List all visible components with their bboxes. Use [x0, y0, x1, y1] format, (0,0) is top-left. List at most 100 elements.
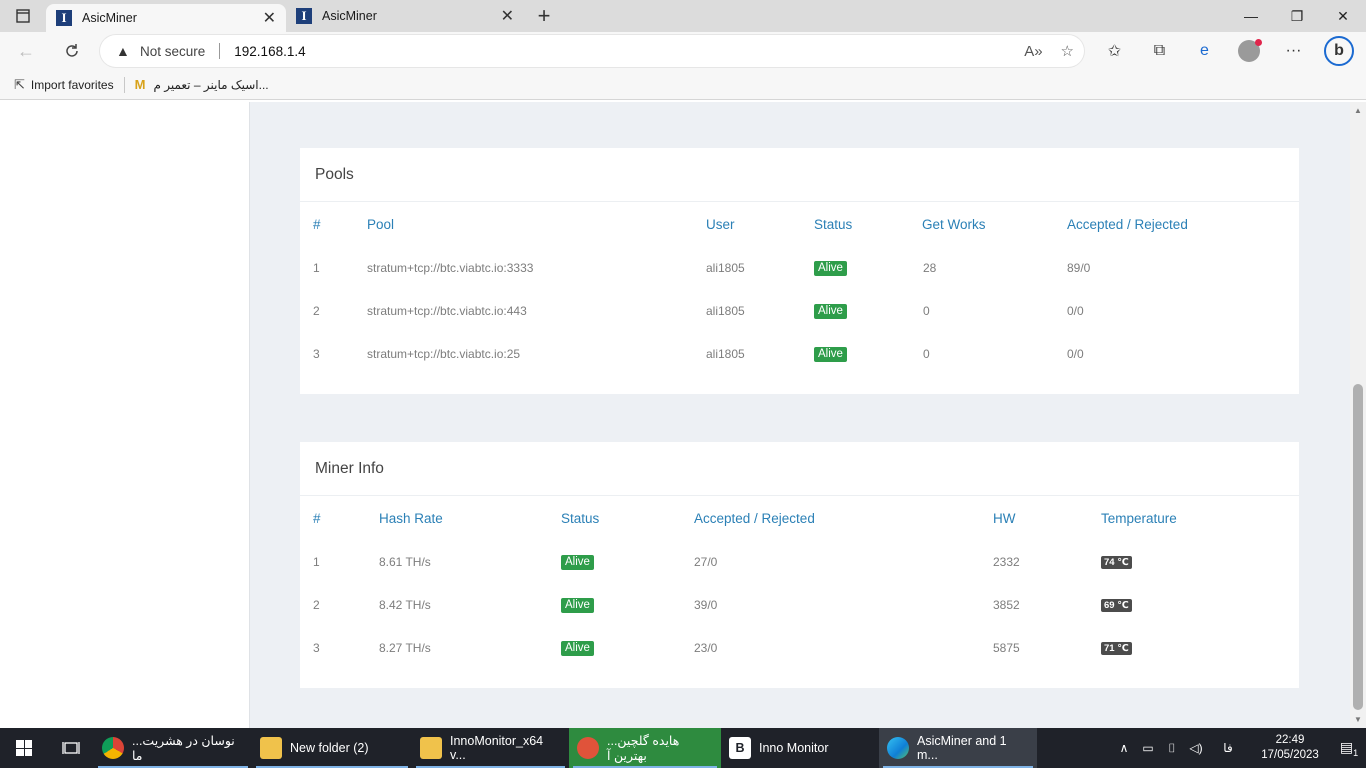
pool-num: 1 [313, 260, 320, 275]
taskbar-innomonitor-folder[interactable]: InnoMonitor_x64 v... [412, 728, 569, 768]
folder-icon [260, 737, 282, 759]
asicminer-favicon-icon: I [56, 10, 72, 26]
add-favorite-icon[interactable]: ☆ [1061, 42, 1074, 60]
miner-temperature: 69 ℃ [1101, 583, 1299, 626]
miner-hash-rate: 8.61 TH/s [379, 554, 431, 569]
taskbar-label: ...هایده گلچین بهترین آ [607, 734, 680, 763]
taskbar-inno-monitor[interactable]: B Inno Monitor [721, 728, 879, 768]
read-aloud-icon[interactable]: A» [1024, 43, 1042, 60]
more-menu-icon[interactable]: ··· [1271, 32, 1316, 70]
scrollbar-thumb[interactable] [1353, 384, 1363, 710]
miner-hash-rate: 8.42 TH/s [379, 597, 431, 612]
table-row: 2 8.42 TH/s Alive 39/0 3852 69 ℃ [300, 583, 1299, 626]
clock[interactable]: 22:49 17/05/2023 [1248, 733, 1332, 763]
security-label[interactable]: Not secure [140, 44, 205, 59]
notifications-button[interactable]: ▤1 [1332, 739, 1366, 758]
scroll-up-icon[interactable]: ▲ [1354, 106, 1362, 115]
restore-button[interactable]: ❐ [1274, 0, 1320, 32]
taskbar: ...نوسان در هشریت ما New folder (2) Inno… [0, 728, 1366, 768]
start-button[interactable] [0, 728, 48, 768]
miner-temperature: 74 ℃ [1101, 540, 1299, 583]
tab-actions-button[interactable] [0, 0, 46, 32]
pool-accepted-rejected: 89/0 [1067, 260, 1091, 275]
scroll-down-icon[interactable]: ▼ [1354, 715, 1362, 724]
pools-col-user: User [706, 216, 735, 232]
pool-accepted-rejected: 0/0 [1067, 303, 1084, 318]
pool-status: Alive [814, 289, 922, 332]
folder-icon [420, 737, 442, 759]
tab-strip: I AsicMiner ✕ I AsicMiner ✕ + — ❐ ✕ [0, 0, 1366, 32]
status-badge: Alive [814, 303, 847, 319]
tab-asicminer-1[interactable]: I AsicMiner ✕ [46, 4, 286, 32]
favorite-label: اسیک ماینر – تعمیر م... [153, 77, 269, 92]
refresh-button[interactable] [52, 34, 92, 68]
pool-get-works: 0 [923, 346, 930, 361]
back-button[interactable]: ← [6, 34, 46, 68]
pool-status: Alive [814, 332, 922, 375]
favorite-asicminer-repair[interactable]: M اسیک ماینر – تعمیر م... [135, 77, 269, 92]
warning-icon[interactable]: ▲ [116, 43, 134, 59]
minimize-button[interactable]: — [1228, 0, 1274, 32]
taskbar-label: AsicMiner and 1 m... [917, 734, 1007, 762]
tab-actions-icon [16, 9, 30, 23]
pool-accepted-rejected: 0/0 [1067, 346, 1084, 361]
pools-card: Pools # Pool User Status Get Works Accep… [300, 148, 1299, 394]
taskbar-chrome[interactable]: ...نوسان در هشریت ما [94, 728, 252, 768]
url-text[interactable]: 192.168.1.4 [234, 44, 305, 59]
miner-status: Alive [561, 540, 694, 583]
task-view-icon [62, 742, 80, 754]
tray-overflow-icon[interactable]: ∧ [1112, 741, 1136, 755]
asicminer-favicon-icon: I [296, 8, 312, 24]
inno-monitor-icon: B [729, 737, 751, 759]
profile-avatar[interactable] [1238, 39, 1262, 62]
temperature-badge: 74 ℃ [1101, 556, 1132, 569]
language-indicator[interactable]: فا [1208, 741, 1248, 755]
address-bar[interactable]: ▲ Not secure 192.168.1.4 A» ☆ [100, 35, 1084, 67]
network-icon[interactable]: ⌷ [1160, 741, 1184, 756]
miner-accepted-rejected: 23/0 [694, 640, 718, 655]
miner-num: 1 [313, 554, 320, 569]
miner-col-hash-rate: Hash Rate [379, 510, 443, 526]
table-row: 3 8.27 TH/s Alive 23/0 5875 71 ℃ [300, 626, 1299, 669]
miner-header-row: # Hash Rate Status Accepted / Rejected H… [300, 496, 1299, 540]
volume-icon[interactable]: ◁) [1184, 741, 1208, 755]
pools-col-pool: Pool [367, 216, 395, 232]
miner-info-card: Miner Info # Hash Rate Status Accepted /… [300, 442, 1299, 688]
import-favorites-link[interactable]: ⇱ Import favorites [14, 77, 114, 93]
miner-hw: 3852 [993, 597, 1020, 612]
collections-icon[interactable]: ⧉ [1137, 32, 1182, 70]
edge-bar-icon[interactable]: e [1182, 32, 1227, 70]
close-tab-icon[interactable]: ✕ [501, 6, 514, 26]
taskbar-music-player[interactable]: ...هایده گلچین بهترین آ [569, 728, 721, 768]
close-window-button[interactable]: ✕ [1320, 0, 1366, 32]
close-tab-icon[interactable]: ✕ [263, 8, 276, 28]
miner-accepted-rejected: 39/0 [694, 597, 718, 612]
favbar-divider [123, 76, 125, 93]
miner-status: Alive [561, 626, 694, 669]
miner-hash-rate: 8.27 TH/s [379, 640, 431, 655]
system-tray: ∧ ▭ ⌷ ◁) فا 22:49 17/05/2023 ▤1 [1112, 728, 1366, 768]
new-tab-button[interactable]: + [524, 0, 564, 32]
task-view-button[interactable] [48, 728, 94, 768]
taskbar-edge[interactable]: AsicMiner and 1 m... [879, 728, 1037, 768]
temperature-badge: 71 ℃ [1101, 642, 1132, 655]
clock-time: 22:49 [1275, 734, 1305, 746]
pool-get-works: 0 [923, 303, 930, 318]
table-row: 3 stratum+tcp://btc.viabtc.io:25 ali1805… [300, 332, 1299, 375]
window-controls: — ❐ ✕ [1228, 0, 1366, 32]
pool-user: ali1805 [706, 303, 745, 318]
tab-asicminer-2[interactable]: I AsicMiner ✕ [286, 0, 524, 32]
taskbar-label: ...نوسان در هشریت ما [132, 734, 235, 763]
taskbar-new-folder[interactable]: New folder (2) [252, 728, 412, 768]
address-separator [219, 43, 221, 59]
pools-title: Pools [300, 148, 1299, 202]
pools-table: # Pool User Status Get Works Accepted / … [300, 202, 1299, 375]
miner-info-table: # Hash Rate Status Accepted / Rejected H… [300, 496, 1299, 669]
pool-num: 2 [313, 303, 320, 318]
favorites-icon[interactable]: ✩ [1092, 32, 1137, 70]
bing-chat-icon[interactable]: b [1324, 36, 1354, 66]
page-scrollbar[interactable]: ▲ ▼ [1350, 102, 1366, 728]
pool-url: stratum+tcp://btc.viabtc.io:443 [367, 303, 527, 318]
battery-icon[interactable]: ▭ [1136, 741, 1160, 755]
pool-url: stratum+tcp://btc.viabtc.io:3333 [367, 260, 534, 275]
